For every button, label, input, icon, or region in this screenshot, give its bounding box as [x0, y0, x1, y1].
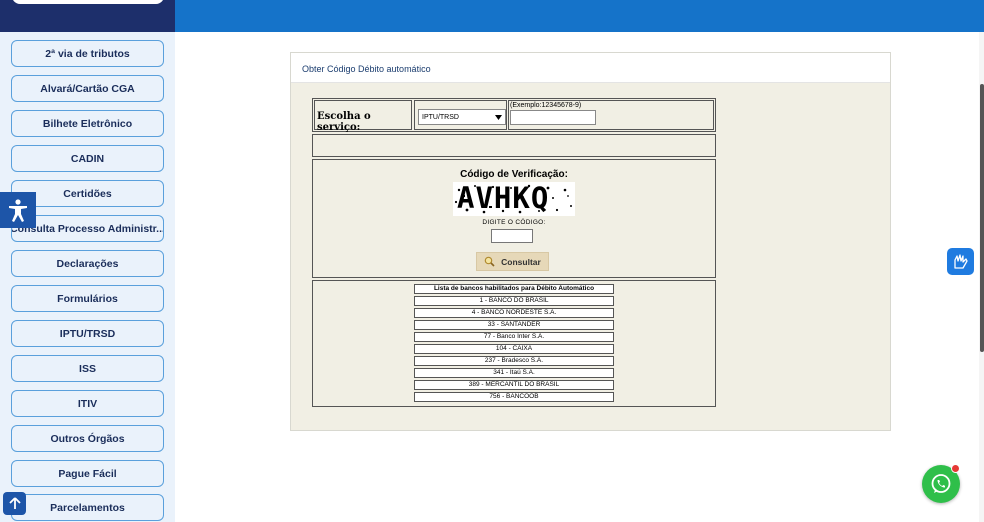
banks-list-title: Lista de bancos habilitados para Débito … — [414, 284, 614, 294]
sign-language-button[interactable] — [947, 248, 974, 275]
sidebar-item-itiv[interactable]: ITIV — [11, 390, 164, 417]
whatsapp-icon — [931, 474, 951, 493]
list-item: 237 - Bradesco S.A. — [414, 356, 614, 366]
list-item: 4 - BANCO NORDESTE S.A. — [414, 308, 614, 318]
consultar-label: Consultar — [501, 256, 541, 267]
sidebar-item-2a-via-tributos[interactable]: 2ª via de tributos — [11, 40, 164, 67]
hands-icon — [953, 253, 968, 269]
list-item: 756 - BANCOOB — [414, 392, 614, 402]
example-label: (Exemplo:12345678-9) — [510, 102, 582, 109]
accessibility-button[interactable] — [0, 192, 36, 228]
debito-automatico-panel: Obter Código Débito automático Escolha o… — [290, 52, 891, 431]
service-label: Escolha o serviço: — [317, 111, 371, 133]
sidebar-item-iss[interactable]: ISS — [11, 355, 164, 382]
digite-codigo-label: DIGITE O CÓDIGO: — [482, 219, 546, 226]
captcha-image: AVHKQ — [453, 182, 575, 216]
registration-code-input[interactable] — [510, 110, 596, 125]
list-item: 77 - Banco Inter S.A. — [414, 332, 614, 342]
code-input-cell: (Exemplo:12345678-9) — [508, 100, 714, 130]
magnifier-icon — [484, 256, 495, 267]
sidebar-item-parcelamentos[interactable]: Parcelamentos — [11, 494, 164, 521]
sidebar-item-outros-orgaos[interactable]: Outros Órgãos — [11, 425, 164, 452]
accessibility-icon — [9, 199, 27, 222]
captcha-input[interactable] — [491, 229, 533, 243]
service-select-value: IPTU/TRSD — [422, 113, 459, 121]
top-header-left — [0, 0, 175, 32]
chevron-down-icon — [495, 114, 502, 120]
page-scrollbar-thumb[interactable] — [980, 84, 984, 352]
sidebar-item-declaracoes[interactable]: Declarações — [11, 250, 164, 277]
empty-row — [312, 134, 716, 157]
scroll-top-button[interactable] — [3, 492, 26, 515]
service-select[interactable]: IPTU/TRSD — [418, 109, 506, 125]
banks-list-section: Lista de bancos habilitados para Débito … — [312, 280, 716, 407]
service-row: Escolha o serviço: IPTU/TRSD (Exemplo:12… — [312, 98, 716, 133]
sidebar-item-bilhete-eletronico[interactable]: Bilhete Eletrônico — [11, 110, 164, 137]
list-item: 104 - CAIXA — [414, 344, 614, 354]
sidebar-item-iptu-trsd[interactable]: IPTU/TRSD — [11, 320, 164, 347]
panel-header: Obter Código Débito automático — [291, 53, 890, 83]
notification-dot — [951, 464, 960, 473]
verification-section: Código de Verificação: AVHKQ DIGITE O CÓ… — [312, 159, 716, 278]
list-item: 1 - BANCO DO BRASIL — [414, 296, 614, 306]
arrow-up-icon — [8, 497, 21, 509]
list-item: 341 - Itaú S.A. — [414, 368, 614, 378]
sidebar-item-pague-facil[interactable]: Pague Fácil — [11, 460, 164, 487]
consultar-button[interactable]: Consultar — [476, 252, 549, 271]
verification-title: Código de Verificação: — [460, 169, 568, 180]
service-label-cell: Escolha o serviço: — [314, 100, 412, 133]
sidebar-item-formularios[interactable]: Formulários — [11, 285, 164, 312]
list-item: 389 - MERCANTIL DO BRASIL — [414, 380, 614, 390]
sidebar-item-cadin[interactable]: CADIN — [11, 145, 164, 172]
sidebar-item-alvara-cartao-cga[interactable]: Alvará/Cartão CGA — [11, 75, 164, 102]
captcha-text: AVHKQ — [457, 182, 550, 215]
list-item: 33 - SANTANDER — [414, 320, 614, 330]
service-select-cell: IPTU/TRSD — [414, 100, 507, 130]
panel-title: Obter Código Débito automático — [302, 64, 431, 74]
header-search-input[interactable] — [12, 0, 164, 4]
